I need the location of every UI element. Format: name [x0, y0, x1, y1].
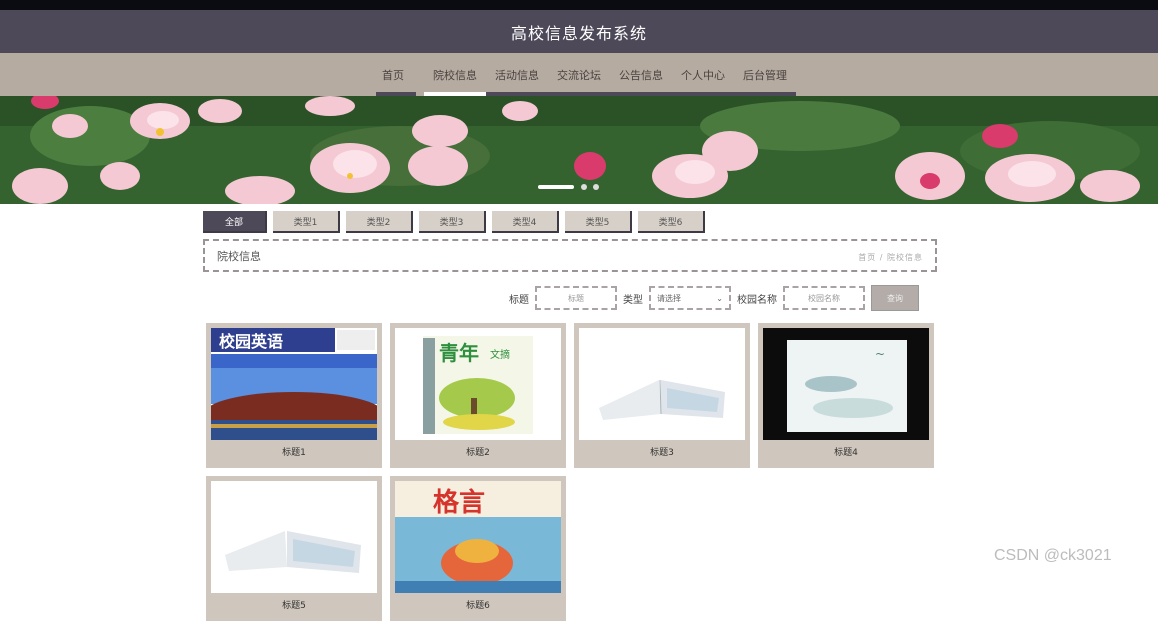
nav-item-label: 公告信息 — [619, 68, 663, 82]
nav-item-label: 院校信息 — [433, 68, 477, 82]
nav-item-label: 首页 — [382, 68, 404, 82]
nav-item-personal-center[interactable]: 个人中心 — [672, 53, 734, 96]
svg-text:~: ~ — [875, 347, 885, 361]
nav-item-label: 活动信息 — [495, 68, 539, 82]
card-caption: 标题1 — [282, 448, 306, 458]
site-header: 高校信息发布系统 — [0, 10, 1158, 53]
card-caption: 标题4 — [834, 448, 858, 458]
type-filter-bar: 全部 类型1 类型2 类型3 类型4 类型5 类型6 — [203, 211, 705, 233]
type-label: 类型 — [623, 294, 643, 306]
school-name-search-input[interactable]: 校园名称 — [783, 286, 865, 310]
section-header: 院校信息 首页 / 院校信息 — [203, 239, 937, 272]
magazine-cover-image: 青年 文摘 — [395, 328, 561, 440]
nav-item-home[interactable]: 首页 — [362, 53, 424, 96]
site-title: 高校信息发布系统 — [510, 23, 647, 43]
svg-text:文摘: 文摘 — [490, 348, 510, 361]
magazine-cover-image: 校园英语 — [211, 328, 377, 440]
card-caption: 标题3 — [650, 448, 674, 458]
hero-banner — [0, 96, 1158, 204]
svg-text:青年: 青年 — [439, 341, 479, 365]
breadcrumb: 首页 / 院校信息 — [858, 253, 923, 262]
college-info-grid: 校园英语 标题1 青年 文摘 标题2 标题3 ~ 标题4 标题5 格言 标题6 — [206, 323, 938, 621]
filter-type-6[interactable]: 类型6 — [638, 211, 705, 233]
info-card[interactable]: 青年 文摘 标题2 — [390, 323, 566, 468]
landscape-book-image: ~ — [763, 328, 929, 440]
nav-item-announcements[interactable]: 公告信息 — [610, 53, 672, 96]
open-book-image — [579, 328, 745, 440]
info-card[interactable]: 标题5 — [206, 476, 382, 621]
info-card[interactable]: 标题3 — [574, 323, 750, 468]
nav-item-forum[interactable]: 交流论坛 — [548, 53, 610, 96]
filter-type-1[interactable]: 类型1 — [273, 211, 340, 233]
filter-type-5[interactable]: 类型5 — [565, 211, 632, 233]
filter-all[interactable]: 全部 — [203, 211, 267, 233]
svg-text:格言: 格言 — [433, 487, 485, 518]
card-caption: 标题2 — [466, 448, 490, 458]
info-card[interactable]: ~ 标题4 — [758, 323, 934, 468]
title-search-input[interactable]: 标题 — [535, 286, 617, 310]
magazine-cover-image: 格言 — [395, 481, 561, 593]
svg-text:校园英语: 校园英语 — [219, 332, 283, 351]
nav-item-label: 交流论坛 — [557, 68, 601, 82]
card-caption: 标题5 — [282, 601, 306, 611]
filter-type-4[interactable]: 类型4 — [492, 211, 559, 233]
main-nav: 首页 院校信息 活动信息 交流论坛 公告信息 个人中心 后台管理 — [0, 53, 1158, 96]
info-card[interactable]: 格言 标题6 — [390, 476, 566, 621]
nav-item-admin[interactable]: 后台管理 — [734, 53, 796, 96]
filter-type-3[interactable]: 类型3 — [419, 211, 486, 233]
school-name-label: 校园名称 — [737, 294, 777, 306]
info-card[interactable]: 校园英语 标题1 — [206, 323, 382, 468]
chevron-down-icon: ⌄ — [716, 293, 723, 303]
type-select-value: 请选择 — [657, 293, 681, 303]
open-book-image — [211, 481, 377, 593]
section-title: 院校信息 — [217, 249, 261, 263]
search-bar: 标题 标题 类型 请选择 ⌄ 校园名称 校园名称 查询 — [509, 285, 919, 311]
title-label: 标题 — [509, 294, 529, 306]
nav-item-college-info[interactable]: 院校信息 — [424, 53, 486, 96]
filter-type-2[interactable]: 类型2 — [346, 211, 413, 233]
csdn-watermark: CSDN @ck3021 — [994, 547, 1112, 564]
nav-item-label: 个人中心 — [681, 68, 725, 82]
window-top-strip — [0, 0, 1158, 10]
peony-flowers-image — [0, 96, 1158, 204]
nav-item-activity-info[interactable]: 活动信息 — [486, 53, 548, 96]
nav-item-label: 后台管理 — [743, 68, 787, 82]
type-select[interactable]: 请选择 ⌄ — [649, 286, 731, 310]
search-button[interactable]: 查询 — [871, 285, 919, 311]
card-caption: 标题6 — [466, 601, 490, 611]
